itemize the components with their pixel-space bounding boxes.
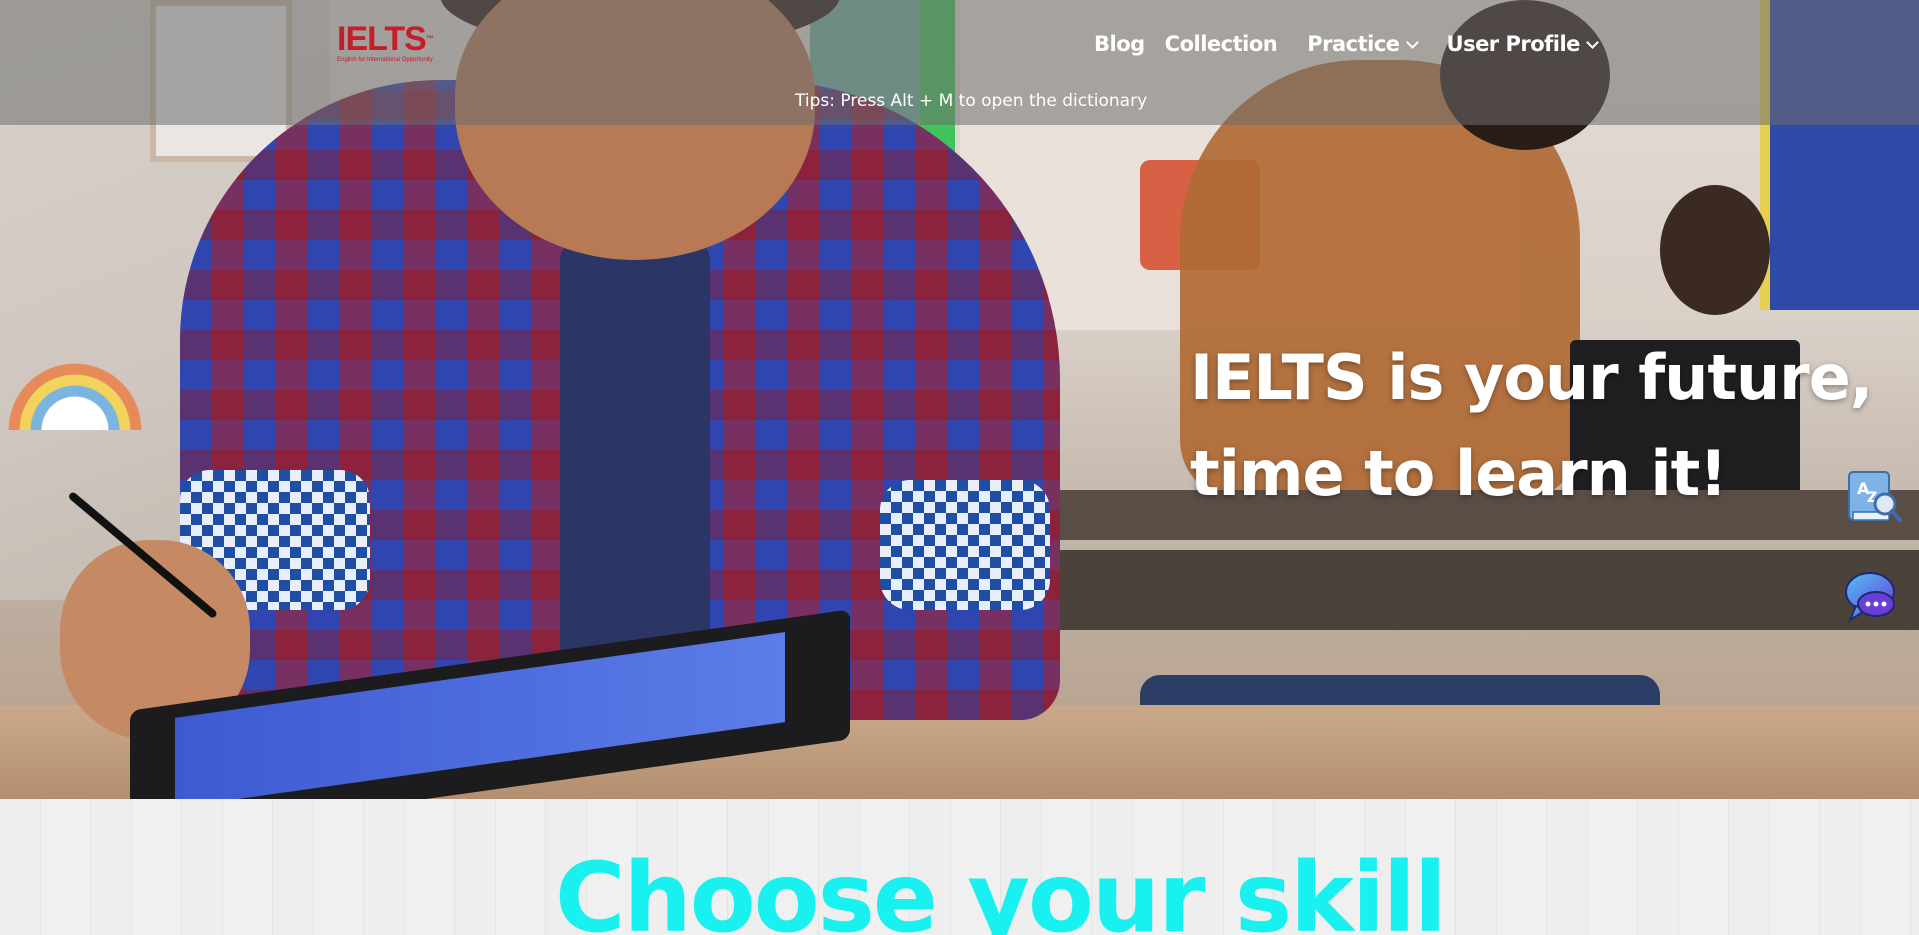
logo-text: IELTS xyxy=(337,20,427,58)
logo-trademark: ™ xyxy=(425,34,434,43)
tips-text: Tips: Press Alt + M to open the dictiona… xyxy=(795,91,1148,111)
ielts-logo[interactable]: IELTS™ English for International Opportu… xyxy=(337,22,447,66)
nav-collection[interactable]: Collection xyxy=(1165,32,1278,56)
dictionary-button[interactable]: A Z xyxy=(1843,468,1903,528)
chat-bubbles-icon xyxy=(1845,572,1895,623)
boy-tshirt xyxy=(560,240,710,680)
student-figure xyxy=(1660,185,1770,315)
nav-practice[interactable]: Practice xyxy=(1307,32,1419,56)
nav-user-profile[interactable]: User Profile xyxy=(1446,32,1599,56)
hero-headline: IELTS is your future, time to learn it! xyxy=(1190,330,1873,522)
nav-blog[interactable]: Blog xyxy=(1094,32,1145,56)
hero-headline-line1: IELTS is your future, xyxy=(1190,341,1873,414)
nav-practice-label: Practice xyxy=(1307,32,1400,56)
boy-cuff-right xyxy=(880,480,1050,610)
main-nav: Blog Collection Practice User Profile xyxy=(1094,28,1617,60)
nav-blog-label: Blog xyxy=(1094,32,1145,56)
chat-button[interactable] xyxy=(1842,568,1902,628)
dictionary-az-magnifier-icon: A Z xyxy=(1848,471,1902,522)
site-header: IELTS™ English for International Opportu… xyxy=(0,0,1919,125)
skill-section-title: Choose your skill xyxy=(555,842,1447,935)
desk-mid xyxy=(1030,550,1919,630)
nav-collection-label: Collection xyxy=(1164,32,1278,56)
chevron-down-icon xyxy=(1586,35,1599,49)
hero-headline-line2: time to learn it! xyxy=(1190,437,1728,510)
nav-user-profile-label: User Profile xyxy=(1446,32,1581,56)
logo-tagline: English for International Opportunity xyxy=(337,57,433,63)
chevron-down-icon xyxy=(1405,35,1419,49)
